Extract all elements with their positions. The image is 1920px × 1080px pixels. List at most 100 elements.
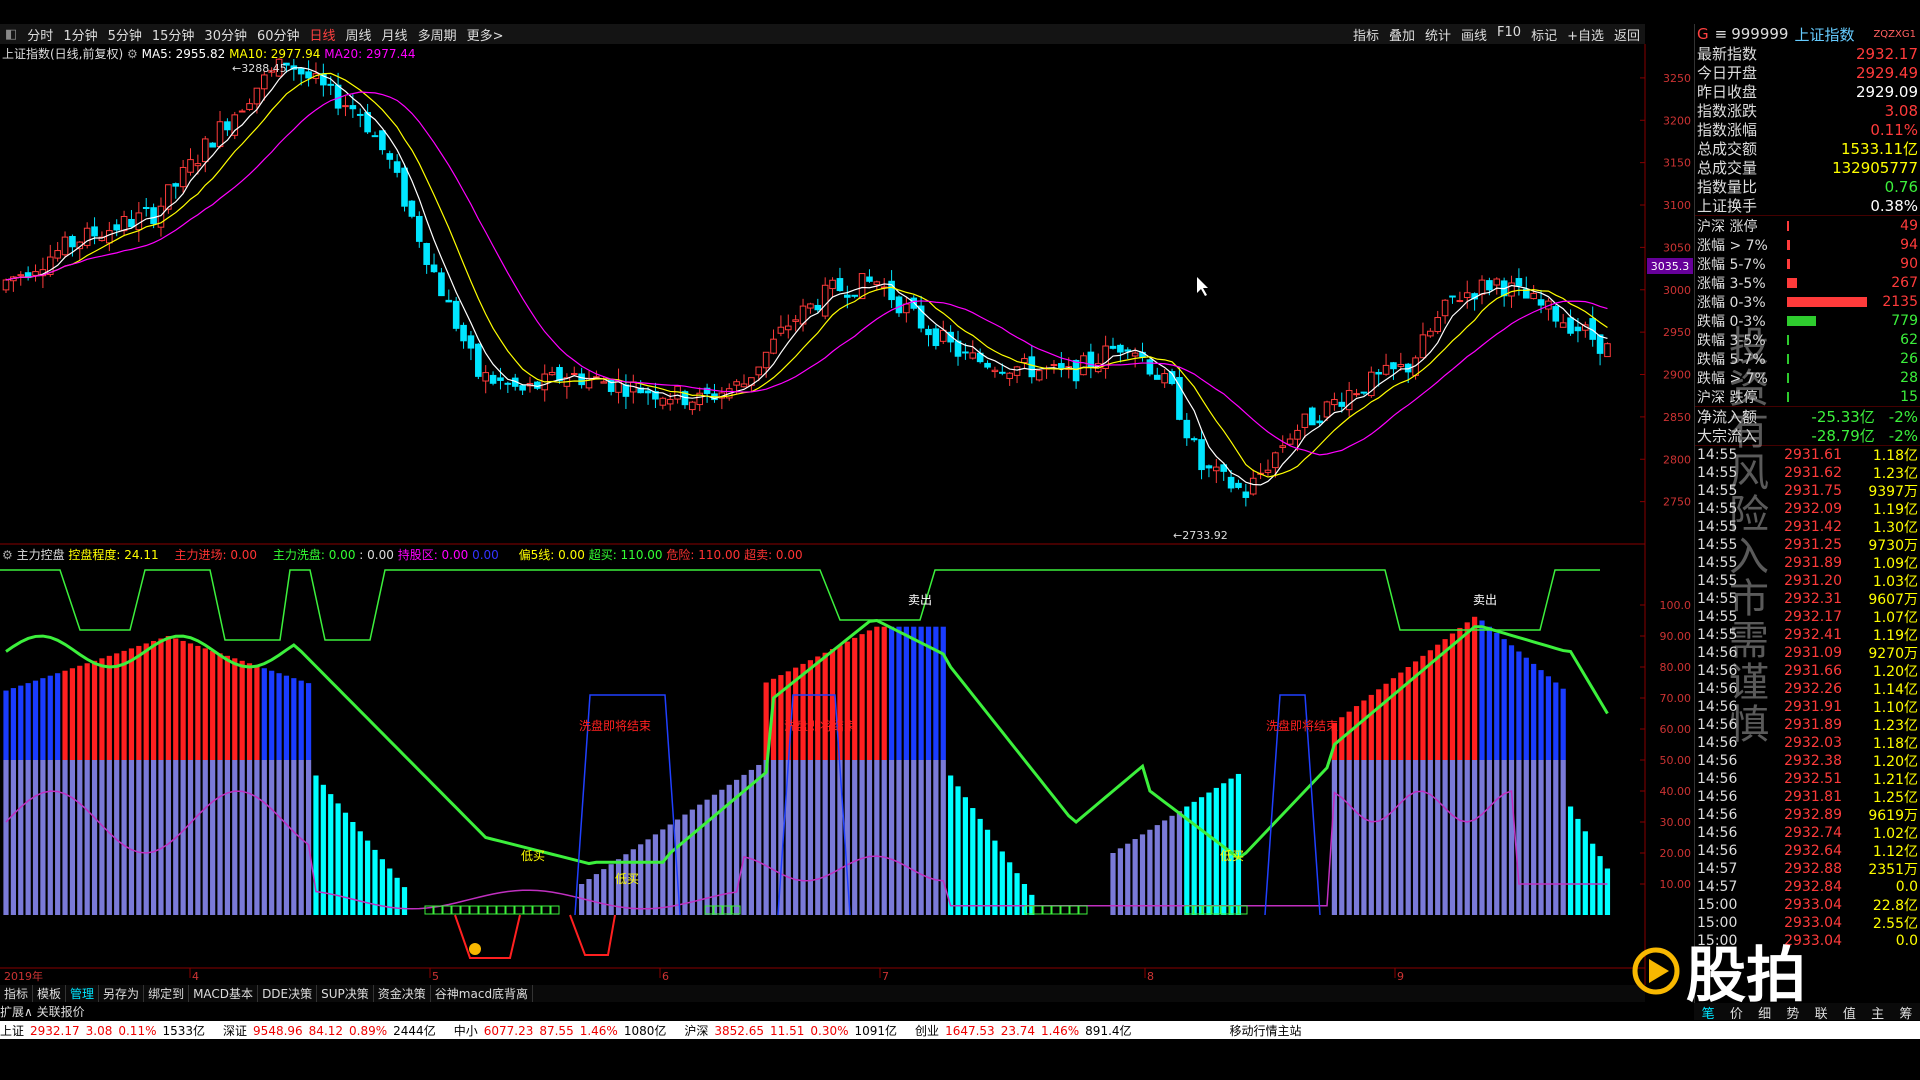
indicator-tab[interactable]: 资金决策 (374, 985, 431, 1002)
toolbar-button[interactable]: 返回 (1609, 25, 1645, 44)
candle-body (393, 161, 401, 173)
quote-tab[interactable]: 值 (1835, 1003, 1863, 1022)
index-change: 11.51 (770, 1023, 805, 1038)
sub-bar (889, 760, 895, 915)
stat-value: 2932.17 (1855, 44, 1918, 63)
index-price: 2932.17 (30, 1023, 80, 1038)
indicator-tabs: 指标 模板 管理 另存为 绑定到 MACD基本 DDE决策 SUP决策 资金决策 谷神macd底背… (0, 985, 1645, 1002)
signal-icon (469, 943, 481, 955)
toolbar-button[interactable]: +自选 (1562, 25, 1609, 44)
sell-signal: 卖出 (1473, 593, 1497, 607)
sub-bar (1597, 856, 1603, 915)
candle-body (172, 183, 180, 187)
indicator-tab[interactable]: 另存为 (99, 985, 145, 1002)
indicator-tab[interactable]: 绑定到 (144, 985, 190, 1002)
toolbar-button[interactable]: 叠加 (1384, 25, 1420, 44)
candle-body (475, 343, 482, 377)
settings-icon[interactable]: ⚙ (127, 47, 142, 61)
period-tab[interactable]: 分时 (22, 29, 58, 44)
index-quote[interactable]: 沪深 3852.65 11.51 0.30% 1091亿 (684, 1022, 903, 1039)
toolbar-button[interactable]: 统计 (1420, 25, 1456, 44)
indicator-tab[interactable]: 管理 (66, 985, 100, 1002)
candle-body (17, 274, 25, 277)
index-quote[interactable]: 创业 1647.53 23.74 1.46% 891.4亿 (915, 1022, 1137, 1039)
sub-bar (62, 760, 68, 915)
candle-body (600, 381, 608, 384)
candle-body (1537, 299, 1545, 306)
sub-bar (106, 760, 112, 915)
toolbar-button[interactable]: 画线 (1456, 25, 1492, 44)
sub-bar (291, 678, 297, 760)
sub-bar (77, 665, 83, 760)
period-tab[interactable]: 周线 (341, 29, 377, 44)
sub-bar (1538, 670, 1544, 760)
period-tab[interactable]: 30分钟 (199, 29, 252, 44)
period-tab[interactable]: 更多> (462, 29, 509, 44)
index-pct: 0.11% (118, 1023, 157, 1038)
sub-indicator-title[interactable]: 主力控盘 (17, 548, 65, 562)
candle-body (1050, 364, 1058, 367)
candle-body (519, 385, 526, 391)
candle-body (438, 272, 445, 297)
sub-bar (645, 839, 651, 915)
candle-body (342, 105, 349, 108)
candle-body (386, 153, 394, 160)
index-quote[interactable]: 上证 2932.17 3.08 0.11% 1533亿 (0, 1022, 211, 1039)
expand-toggle[interactable]: 扩展∧ 关联报价 (0, 1003, 85, 1020)
sub-bars (3, 616, 1611, 915)
candle-body (844, 294, 851, 298)
quote-tab[interactable]: 筹 (1892, 1003, 1920, 1022)
sub-bar (682, 814, 688, 915)
sub-bar (91, 760, 98, 915)
sub-bar (195, 760, 201, 915)
period-tab[interactable]: 5分钟 (103, 29, 147, 44)
sub-bar (1169, 815, 1175, 915)
sub-tick: 70.00 (1660, 692, 1692, 705)
period-tab[interactable]: 多周期 (413, 29, 462, 44)
zero-marker (550, 905, 560, 915)
candle-body (1574, 326, 1582, 332)
indicator-tab[interactable]: SUP决策 (317, 985, 374, 1002)
index-quote[interactable]: 深证 9548.96 84.12 0.89% 2444亿 (223, 1022, 442, 1039)
quote-tab[interactable]: 联 (1807, 1003, 1835, 1022)
candle-body (201, 138, 209, 163)
price-tick: 2800 (1663, 453, 1691, 466)
settings-icon[interactable]: ⚙ (2, 548, 17, 562)
tick-amount: 22.8亿 (1872, 898, 1918, 914)
indicator-tab[interactable]: DDE决策 (258, 985, 318, 1002)
quote-tab[interactable]: 主 (1864, 1003, 1892, 1022)
candle-body (1323, 401, 1331, 418)
period-tab[interactable]: 15分钟 (147, 29, 200, 44)
sub-bar (608, 864, 614, 915)
main-indicator-title[interactable]: 上证指数(日线,前复权) (2, 47, 123, 61)
sub-bar (1139, 834, 1146, 915)
candle-body (1131, 352, 1139, 357)
candle-body (1316, 420, 1323, 424)
period-tab[interactable]: 日线 (305, 29, 341, 44)
candle-body (1124, 349, 1132, 352)
toolbar-button[interactable]: 指标 (1348, 25, 1384, 44)
index-name: 沪深 (684, 1023, 709, 1038)
zero-marker (523, 905, 533, 915)
indicator-tab[interactable]: 模板 (33, 985, 67, 1002)
bottom-cup (454, 914, 521, 959)
sub-bar (239, 660, 245, 760)
layout-icon[interactable]: ◧ (0, 27, 22, 42)
period-tab[interactable]: 1分钟 (58, 29, 102, 44)
tick-price: 2933.04 (1784, 897, 1842, 913)
candle-body (1146, 359, 1154, 375)
breadth-label: 涨幅 0-3% (1697, 294, 1766, 311)
toolbar-button[interactable]: 标记 (1526, 25, 1562, 44)
period-tab[interactable]: 60分钟 (252, 29, 305, 44)
toolbar-button[interactable]: F10 (1492, 25, 1526, 44)
indicator-tab[interactable]: 谷神macd底背离 (431, 985, 534, 1002)
period-tab[interactable]: 月线 (377, 29, 413, 44)
sub-bar (756, 764, 762, 915)
stat-label: 指数量比 (1697, 178, 1758, 196)
sub-bar (793, 760, 799, 915)
stat-row: 指数量比 0.76 (1695, 177, 1920, 197)
chart-canvas[interactable]: 3250 3200 3150 3100 3050 3000 2950 2900 2850 2800… (0, 0, 1920, 1080)
indicator-tab[interactable]: MACD基本 (189, 985, 259, 1002)
index-quote[interactable]: 中小 6077.23 87.55 1.46% 1080亿 (454, 1022, 673, 1039)
indicator-tab[interactable]: 指标 (0, 985, 34, 1002)
